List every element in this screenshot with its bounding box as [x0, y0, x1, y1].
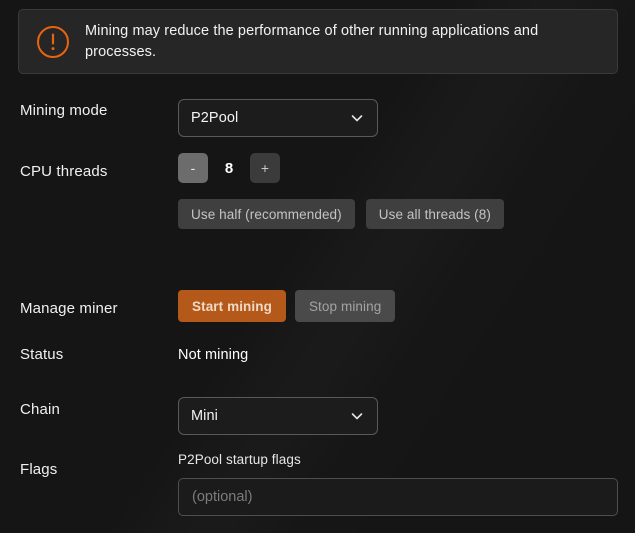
mining-mode-value: P2Pool — [191, 110, 349, 126]
warning-alert: Mining may reduce the performance of oth… — [18, 9, 618, 74]
flags-label: Flags — [20, 461, 57, 478]
mining-settings-panel: Mining may reduce the performance of oth… — [0, 0, 635, 533]
alert-circle-exclamation-icon — [36, 25, 70, 59]
p2pool-startup-flags-input[interactable] — [178, 478, 618, 516]
chain-label: Chain — [20, 401, 60, 418]
cpu-threads-presets: Use half (recommended) Use all threads (… — [178, 199, 504, 229]
alert-message: Mining may reduce the performance of oth… — [85, 21, 603, 62]
cpu-threads-label: CPU threads — [20, 163, 108, 180]
stop-mining-button: Stop mining — [295, 290, 395, 322]
chain-value: Mini — [191, 408, 349, 424]
chevron-down-icon — [349, 408, 365, 424]
status-value: Not mining — [178, 347, 248, 363]
use-all-threads-button[interactable]: Use all threads (8) — [366, 199, 504, 229]
cpu-threads-increment-button[interactable]: + — [250, 153, 280, 183]
mining-mode-select[interactable]: P2Pool — [178, 99, 378, 137]
start-mining-button[interactable]: Start mining — [178, 290, 286, 322]
status-label: Status — [20, 346, 63, 363]
chevron-down-icon — [349, 110, 365, 126]
manage-miner-label: Manage miner — [20, 300, 118, 317]
cpu-threads-decrement-button[interactable]: - — [178, 153, 208, 183]
use-half-threads-button[interactable]: Use half (recommended) — [178, 199, 355, 229]
chain-select[interactable]: Mini — [178, 397, 378, 435]
cpu-threads-stepper: - 8 + — [178, 153, 280, 183]
cpu-threads-value: 8 — [208, 160, 250, 177]
manage-miner-actions: Start mining Stop mining — [178, 290, 395, 322]
mining-mode-label: Mining mode — [20, 102, 108, 119]
p2pool-startup-flags-label: P2Pool startup flags — [178, 452, 301, 467]
